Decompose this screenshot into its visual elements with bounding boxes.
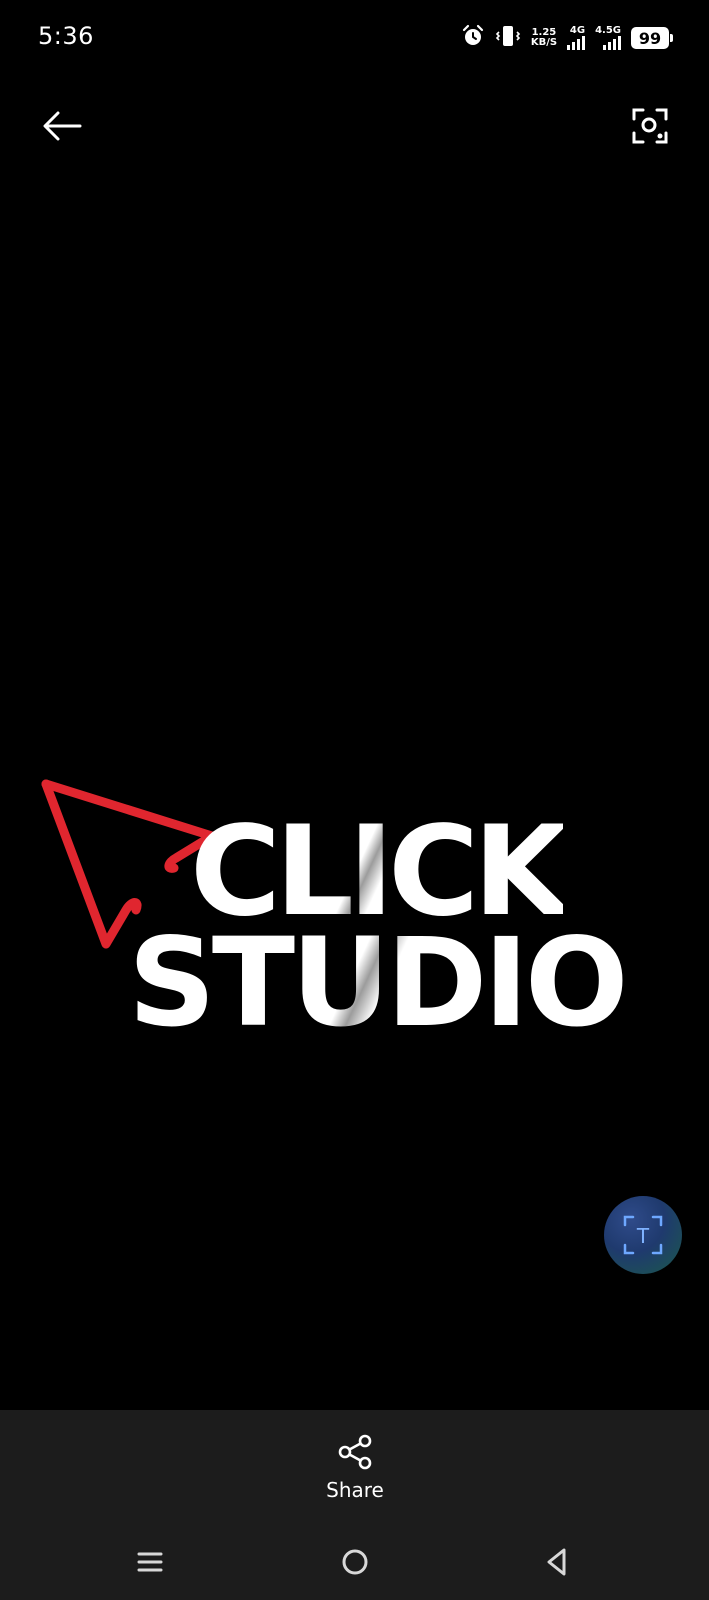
signal-bars-icon — [567, 36, 586, 50]
vibrate-icon — [495, 24, 521, 52]
arrow-left-icon — [43, 111, 82, 141]
alarm-icon — [461, 24, 485, 52]
sim2-label: 4.5G — [595, 25, 621, 36]
network-speed: 1.25 KB/S — [531, 28, 557, 48]
logo-line-studio: STUDIO — [128, 912, 629, 1054]
sim2-signal: 4.5G — [595, 26, 621, 50]
network-speed-unit: KB/S — [530, 37, 558, 48]
menu-icon — [137, 1552, 163, 1572]
click-studio-logo: CLICK STUDIO — [0, 600, 709, 1060]
nav-menu-button[interactable] — [120, 1532, 180, 1592]
lens-scan-icon — [632, 108, 668, 144]
status-icons: 1.25 KB/S 4G 4.5G 99 — [461, 24, 673, 52]
signal-bars-icon — [603, 36, 621, 50]
share-label: Share — [326, 1478, 384, 1502]
sim1-label: 4G — [569, 25, 586, 36]
battery-indicator: 99 — [631, 27, 673, 49]
share-button[interactable]: Share — [300, 1432, 410, 1512]
text-scan-icon: T — [623, 1215, 663, 1255]
text-scan-letter: T — [636, 1224, 650, 1248]
text-scan-button[interactable]: T — [604, 1196, 682, 1274]
home-icon — [342, 1549, 368, 1575]
nav-home-button[interactable] — [325, 1532, 385, 1592]
back-triangle-icon — [547, 1548, 566, 1576]
status-bar: 5:36 1.25 KB/S 4G 4.5G 99 — [0, 0, 709, 80]
nav-back-button[interactable] — [527, 1532, 587, 1592]
share-icon — [338, 1434, 372, 1470]
image-viewer[interactable]: CLICK STUDIO — [0, 150, 709, 1410]
back-button[interactable] — [34, 98, 90, 154]
navigation-bar — [0, 1522, 709, 1600]
sim1-signal: 4G — [567, 25, 586, 50]
lens-button[interactable] — [622, 98, 678, 154]
status-time: 5:36 — [38, 22, 94, 50]
bottom-panel: Share — [0, 1410, 709, 1600]
